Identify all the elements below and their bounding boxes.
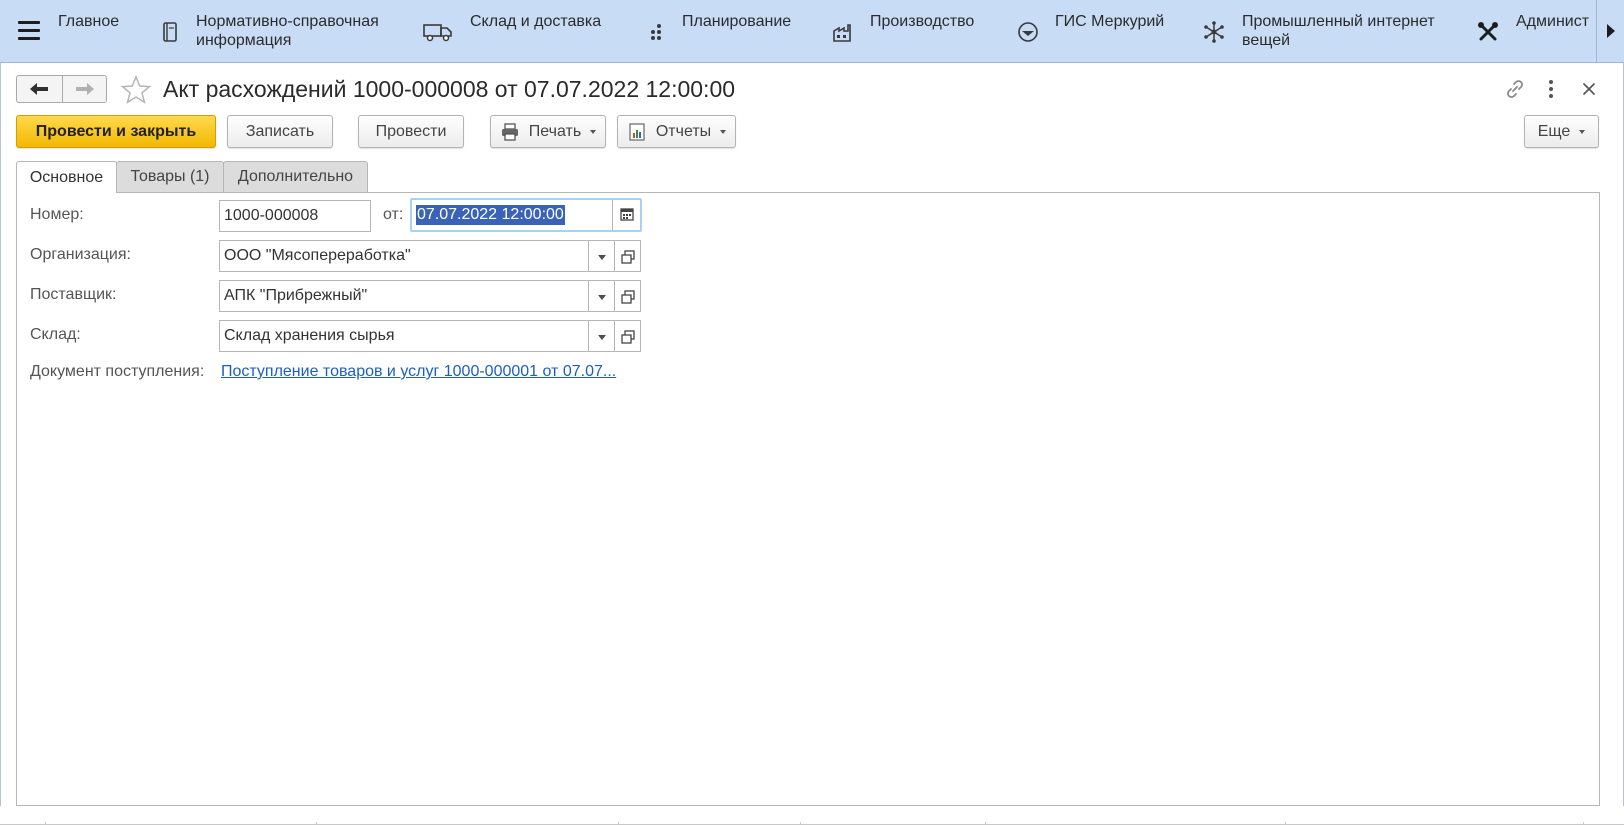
open-window-icon: [621, 330, 635, 344]
organization-field[interactable]: ООО "Мясопереработка": [219, 240, 589, 272]
supplier-label: Поставщик:: [30, 286, 117, 303]
calendar-button[interactable]: [612, 200, 640, 230]
open-window-icon: [621, 290, 635, 304]
date-value: 07.07.2022 12:00:00: [416, 205, 565, 225]
section-iiot-label: Промышленный интернет вещей: [1242, 13, 1435, 49]
organization-open-button[interactable]: [615, 240, 641, 272]
star-icon[interactable]: [120, 74, 152, 106]
section-main[interactable]: Главное: [52, 0, 142, 62]
section-reference-info[interactable]: Нормативно-справочная информация: [150, 0, 400, 62]
more-actions-button[interactable]: Еще: [1524, 115, 1599, 148]
section-production[interactable]: Производство: [828, 0, 998, 62]
close-icon[interactable]: [1578, 78, 1600, 100]
organization-dropdown-button[interactable]: [589, 240, 615, 272]
more-vertical-icon[interactable]: [1540, 78, 1562, 100]
post-label: Провести: [375, 122, 447, 140]
iot-network-icon: [1202, 20, 1226, 44]
back-button[interactable]: [17, 76, 62, 102]
save-button[interactable]: Записать: [227, 115, 333, 148]
chevron-down-icon: [590, 129, 597, 134]
warehouse-label: Склад:: [30, 326, 81, 343]
arrow-left-icon: [30, 83, 48, 95]
print-button[interactable]: Печать: [490, 115, 606, 148]
organization-label: Организация:: [30, 246, 131, 263]
section-iiot[interactable]: Промышленный интернет вещей: [1198, 0, 1448, 62]
factory-icon: [830, 20, 854, 44]
receipt-document-label: Документ поступления:: [30, 363, 205, 380]
calendar-icon: [620, 208, 634, 221]
chevron-down-icon: [1579, 129, 1586, 134]
warehouse-dropdown-button[interactable]: [589, 320, 615, 352]
number-label: Номер:: [30, 206, 84, 223]
delivery-truck-icon: [422, 20, 454, 44]
date-label: от:: [383, 206, 404, 223]
mercury-icon: [1016, 20, 1040, 44]
tools-icon: [1476, 20, 1500, 44]
reports-label: Отчеты: [655, 122, 712, 140]
section-gis-mercury[interactable]: ГИС Меркурий: [1014, 0, 1184, 62]
tab-goods-label: Товары (1): [130, 168, 210, 185]
save-label: Записать: [245, 122, 315, 140]
receipt-document-link[interactable]: Поступление товаров и услуг 1000-000001 …: [221, 363, 616, 381]
planning-dots-icon: [645, 20, 669, 44]
number-field[interactable]: 1000-000008: [219, 200, 371, 232]
reference-book-icon: [158, 20, 182, 44]
supplier-field[interactable]: АПК "Прибрежный": [219, 280, 589, 312]
forward-button[interactable]: [61, 76, 107, 102]
section-main-label: Главное: [58, 13, 120, 30]
tab-main[interactable]: Основное: [16, 161, 117, 193]
print-label: Печать: [528, 122, 582, 140]
tab-main-label: Основное: [29, 168, 104, 186]
supplier-open-button[interactable]: [615, 280, 641, 312]
section-production-label: Производство: [870, 13, 975, 30]
section-administration[interactable]: Админист: [1472, 0, 1602, 62]
section-planning-label: Планирование: [682, 13, 792, 30]
tab-additional[interactable]: Дополнительно: [223, 161, 368, 192]
warehouse-field[interactable]: Склад хранения сырья: [219, 320, 589, 352]
chevron-down-icon: [598, 255, 606, 260]
more-actions-label: Еще: [1537, 122, 1571, 140]
section-warehouse-delivery[interactable]: Склад и доставка: [420, 0, 610, 62]
tab-goods[interactable]: Товары (1): [116, 161, 224, 192]
hamburger-icon[interactable]: [18, 21, 40, 41]
chevron-down-icon: [598, 295, 606, 300]
sections-panel: Главное Нормативно-справочная информация…: [0, 0, 1624, 63]
post-and-close-label: Провести и закрыть: [35, 122, 197, 140]
section-warehouse-delivery-label: Склад и доставка: [470, 13, 602, 30]
post-button[interactable]: Провести: [358, 115, 464, 148]
supplier-dropdown-button[interactable]: [589, 280, 615, 312]
section-gis-mercury-label: ГИС Меркурий: [1055, 13, 1165, 30]
history-navigation: [16, 75, 107, 103]
printer-icon: [501, 122, 518, 141]
link-icon[interactable]: [1504, 78, 1526, 100]
reports-button[interactable]: Отчеты: [617, 115, 736, 148]
warehouse-open-button[interactable]: [615, 320, 641, 352]
post-and-close-button[interactable]: Провести и закрыть: [16, 115, 216, 148]
open-window-icon: [621, 250, 635, 264]
section-reference-info-label: Нормативно-справочная информация: [196, 13, 379, 49]
status-strip: [0, 806, 1624, 825]
report-chart-icon: [629, 122, 645, 141]
date-field[interactable]: 07.07.2022 12:00:00: [410, 198, 642, 232]
tab-additional-label: Дополнительно: [237, 168, 354, 185]
section-planning[interactable]: Планирование: [640, 0, 810, 62]
scroll-right-arrow-icon[interactable]: [1596, 0, 1624, 62]
arrow-right-icon: [75, 83, 94, 95]
section-administration-label: Админист: [1516, 13, 1590, 30]
document-title: Акт расхождений 1000-000008 от 07.07.202…: [163, 76, 736, 102]
chevron-down-icon: [598, 335, 606, 340]
chevron-down-icon: [720, 129, 727, 134]
